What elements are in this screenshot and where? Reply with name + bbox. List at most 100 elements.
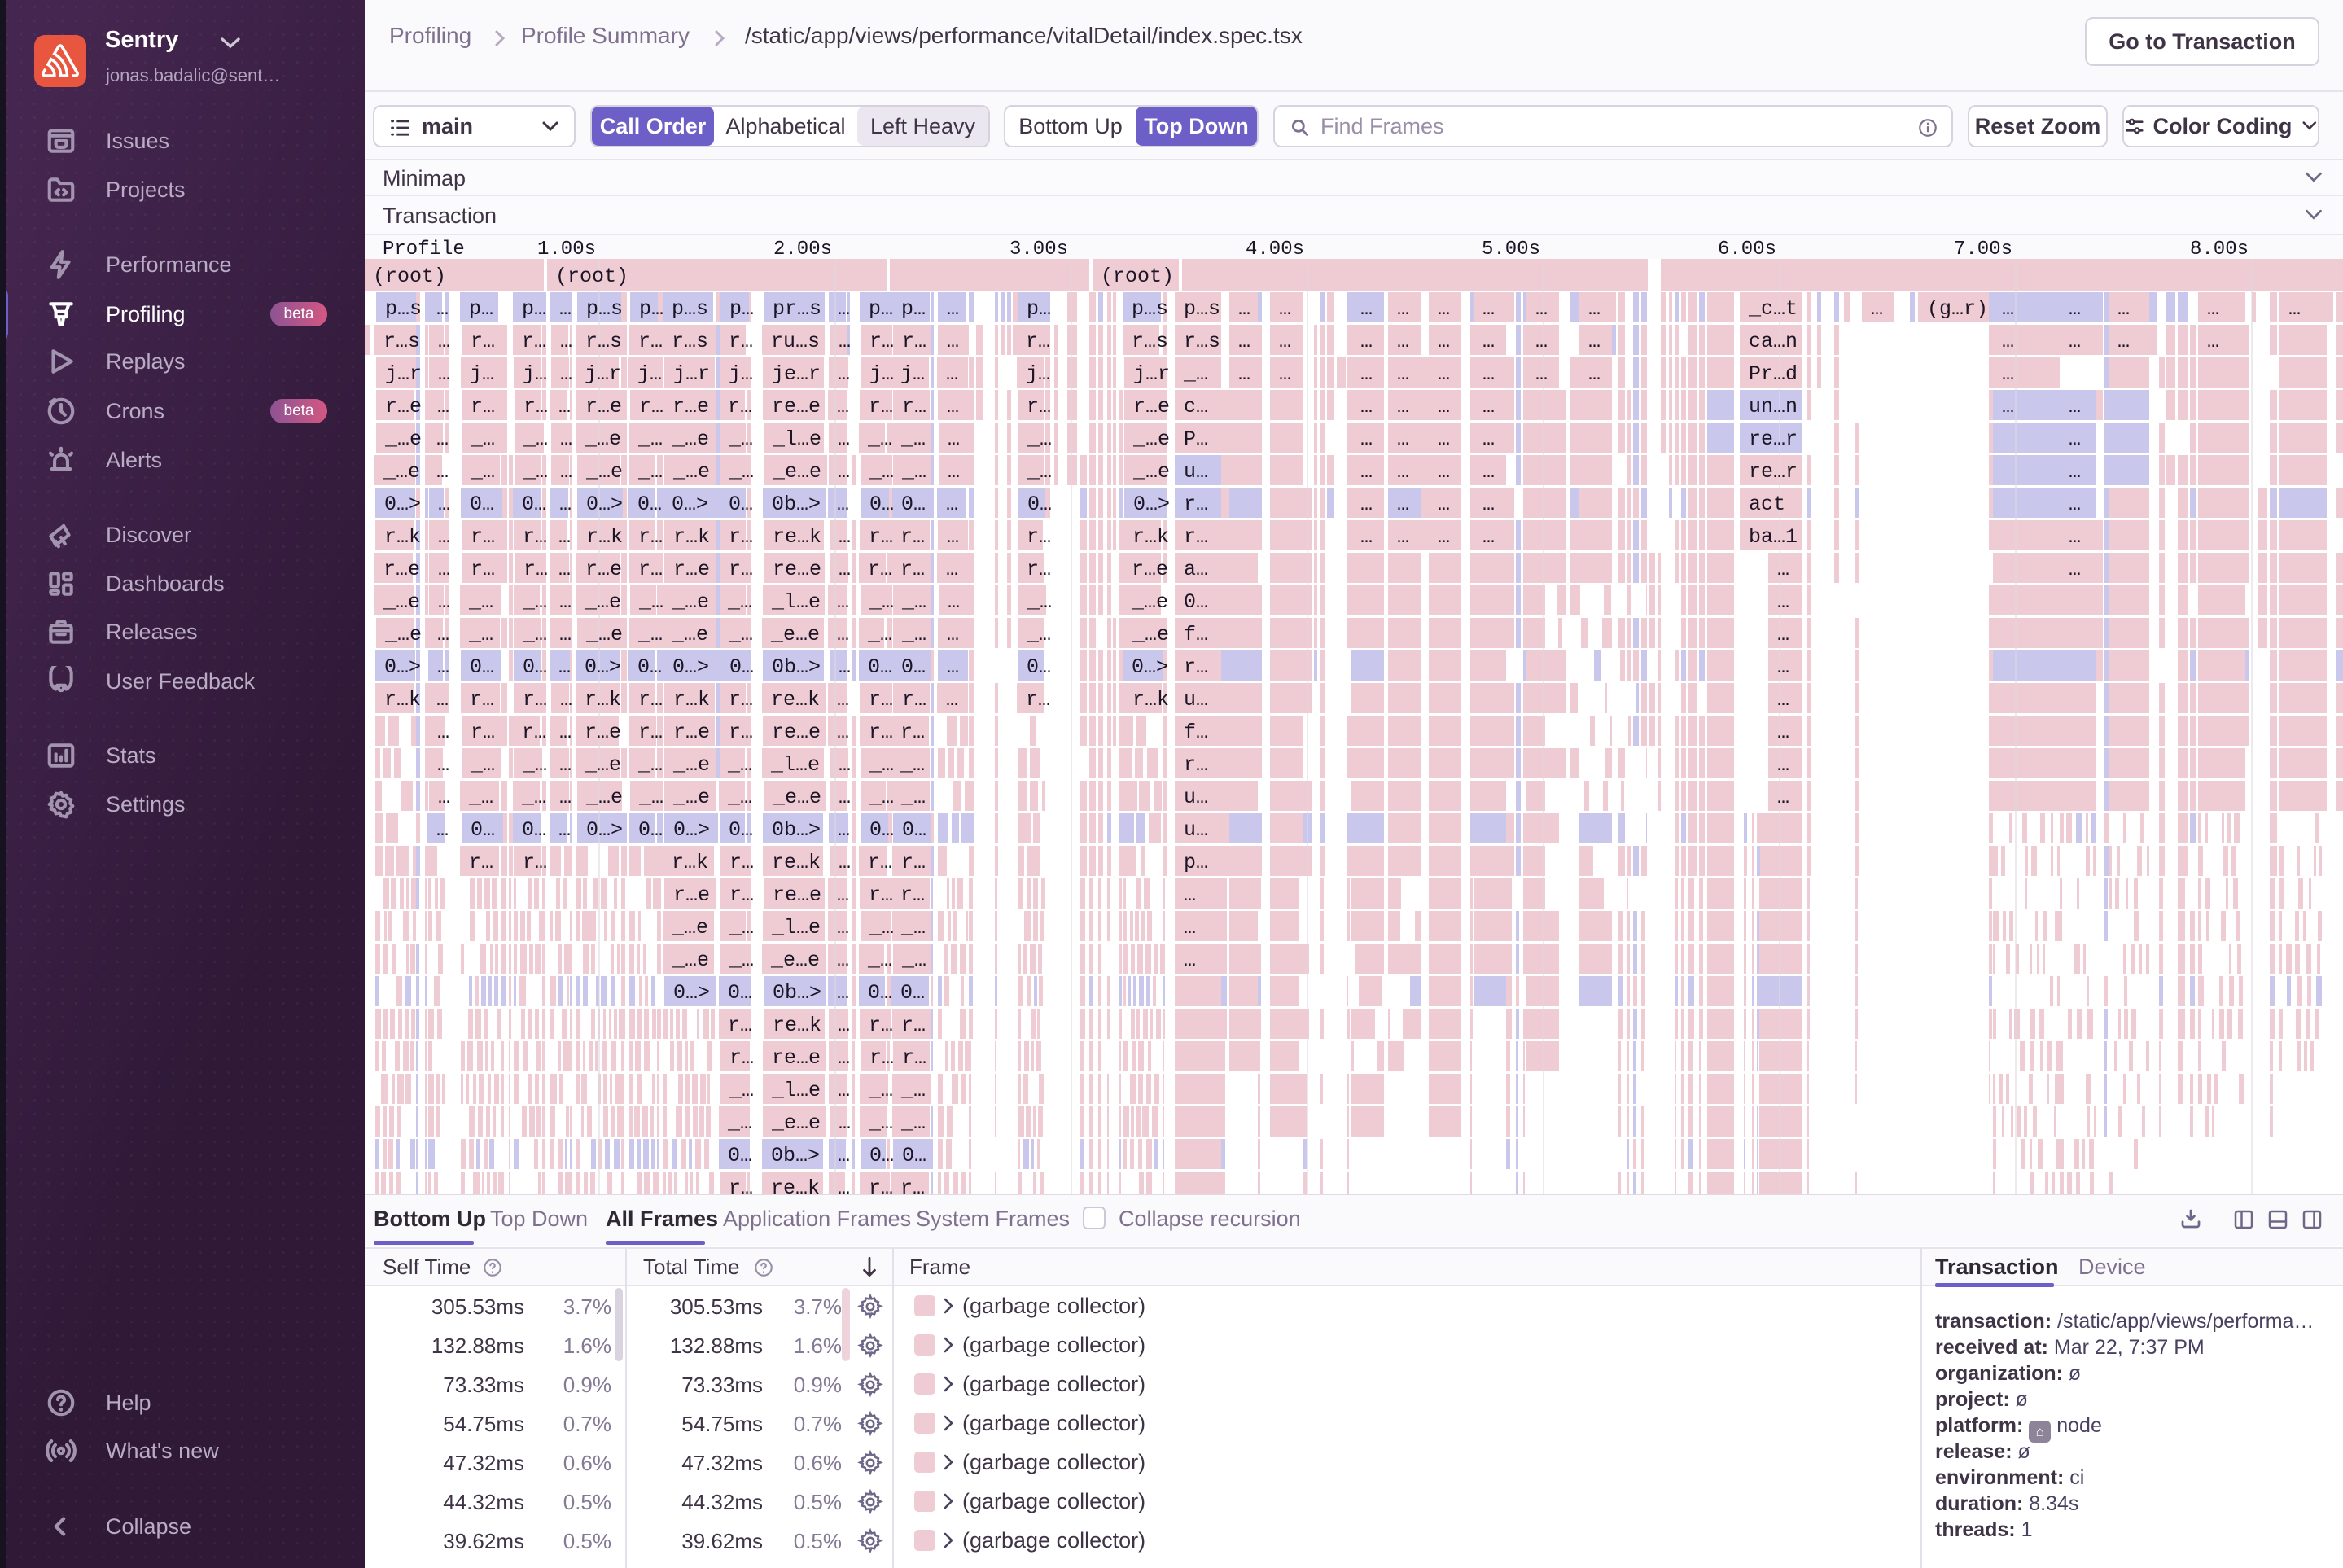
- svg-text:…: …: [1777, 720, 1789, 744]
- svg-text:…: …: [558, 395, 571, 418]
- svg-text:…: …: [947, 395, 959, 418]
- svg-text:Pr…d: Pr…d: [1749, 362, 1798, 386]
- svg-text:…: …: [1279, 330, 1291, 353]
- svg-text:p…: p…: [901, 297, 926, 321]
- svg-text:0…: 0…: [522, 493, 546, 516]
- svg-text:_…: _…: [638, 786, 663, 809]
- svg-text:…: …: [1438, 297, 1450, 321]
- svg-text:r…e: r…e: [1133, 395, 1170, 418]
- svg-text:r…: r…: [523, 395, 548, 418]
- svg-text:…: …: [438, 525, 450, 549]
- svg-text:r…: r…: [1184, 493, 1208, 516]
- svg-text:…: …: [947, 623, 959, 646]
- svg-text:r…: r…: [1184, 525, 1208, 549]
- svg-text:_…: _…: [867, 427, 892, 451]
- svg-text:_…: _…: [869, 786, 894, 809]
- svg-text:r…: r…: [902, 330, 926, 353]
- svg-text:re…k: re…k: [773, 525, 821, 549]
- svg-text:r…: r…: [471, 395, 495, 418]
- svg-text:_…: _…: [729, 460, 754, 484]
- svg-text:r…: r…: [869, 883, 893, 907]
- svg-text:j…r: j…r: [1133, 362, 1170, 386]
- svg-text:p…s: p…s: [586, 297, 623, 321]
- svg-text:_…: _…: [470, 427, 495, 451]
- svg-text:…: …: [559, 720, 572, 744]
- svg-text:…: …: [946, 362, 958, 386]
- svg-text:_…: _…: [727, 753, 752, 777]
- svg-text:_…e: _…e: [672, 590, 709, 614]
- svg-text:_…e: _…e: [584, 753, 621, 777]
- svg-text:_…: _…: [468, 786, 493, 809]
- svg-text:…: …: [1279, 362, 1291, 386]
- svg-text:u…: u…: [1184, 786, 1208, 809]
- svg-text:_…: _…: [637, 623, 663, 646]
- svg-text:r…: r…: [902, 688, 926, 712]
- svg-text:r…: r…: [471, 330, 495, 353]
- svg-text:u…: u…: [1184, 688, 1208, 712]
- svg-text:r…: r…: [868, 558, 892, 581]
- svg-text:_…: _…: [728, 623, 753, 646]
- svg-text:…: …: [1360, 525, 1373, 549]
- svg-text:…: …: [1535, 362, 1548, 386]
- svg-text:re…r: re…r: [1749, 460, 1798, 484]
- svg-text:(root): (root): [373, 265, 446, 288]
- svg-text:r…k: r…k: [672, 851, 708, 874]
- svg-text:r…: r…: [523, 525, 547, 549]
- svg-text:…: …: [837, 590, 849, 614]
- svg-text:r…: r…: [1184, 753, 1208, 777]
- svg-text:0…: 0…: [869, 1144, 894, 1167]
- svg-text:_…: _…: [900, 753, 925, 777]
- svg-text:…: …: [839, 525, 851, 549]
- svg-text:r…e: r…e: [585, 395, 622, 418]
- svg-text:re…k: re…k: [771, 688, 820, 712]
- svg-text:r…k: r…k: [384, 525, 421, 549]
- svg-text:f…: f…: [1184, 623, 1208, 646]
- svg-text:…: …: [1482, 297, 1495, 321]
- svg-text:r…k: r…k: [586, 525, 623, 549]
- svg-text:_l…e: _l…e: [771, 916, 821, 939]
- svg-text:j…: j…: [869, 362, 894, 386]
- svg-text:…: …: [1238, 362, 1250, 386]
- svg-text:_…: _…: [727, 590, 752, 614]
- svg-text:_…: _…: [729, 948, 754, 972]
- svg-text:r…: r…: [471, 720, 495, 744]
- svg-text:…: …: [839, 558, 851, 581]
- svg-text:0…: 0…: [868, 981, 892, 1005]
- svg-text:…: …: [1777, 655, 1789, 679]
- svg-text:j…r: j…r: [385, 362, 422, 386]
- svg-text:p…: p…: [869, 297, 893, 321]
- svg-text:0…>: 0…>: [586, 818, 623, 842]
- svg-text:r…: r…: [1027, 558, 1051, 581]
- svg-text:r…k: r…k: [673, 525, 710, 549]
- svg-text:r…k: r…k: [384, 688, 421, 712]
- svg-text:_e…e: _e…e: [771, 1111, 821, 1135]
- svg-text:…: …: [839, 786, 851, 809]
- svg-text:f…: f…: [1184, 720, 1208, 744]
- svg-text:0…>: 0…>: [673, 818, 710, 842]
- svg-text:…: …: [1482, 330, 1495, 353]
- svg-text:_…: _…: [521, 786, 546, 809]
- svg-text:…: …: [1360, 493, 1373, 516]
- svg-text:…: …: [1279, 297, 1291, 321]
- svg-text:P…: P…: [1184, 427, 1208, 451]
- svg-text:…: …: [838, 1014, 850, 1037]
- svg-text:r…: r…: [728, 1014, 752, 1037]
- svg-text:_…e: _…e: [585, 786, 623, 809]
- svg-text:r…: r…: [522, 330, 546, 353]
- svg-text:0…: 0…: [900, 981, 925, 1005]
- svg-text:_…: _…: [900, 427, 926, 451]
- svg-text:…: …: [2069, 395, 2081, 418]
- svg-text:r…: r…: [729, 851, 754, 874]
- svg-text:r…: r…: [523, 558, 548, 581]
- svg-text:_…: _…: [868, 1111, 893, 1135]
- svg-text:…: …: [2288, 297, 2301, 321]
- svg-text:0…: 0…: [470, 493, 494, 516]
- svg-text:…: …: [1360, 395, 1373, 418]
- svg-text:_…: _…: [522, 623, 547, 646]
- svg-text:…: …: [1438, 427, 1450, 451]
- svg-text:…: …: [947, 330, 959, 353]
- svg-text:…: …: [1482, 493, 1495, 516]
- svg-text:r…: r…: [638, 330, 663, 353]
- svg-text:_…: _…: [523, 427, 548, 451]
- svg-text:_…e: _…e: [384, 623, 422, 646]
